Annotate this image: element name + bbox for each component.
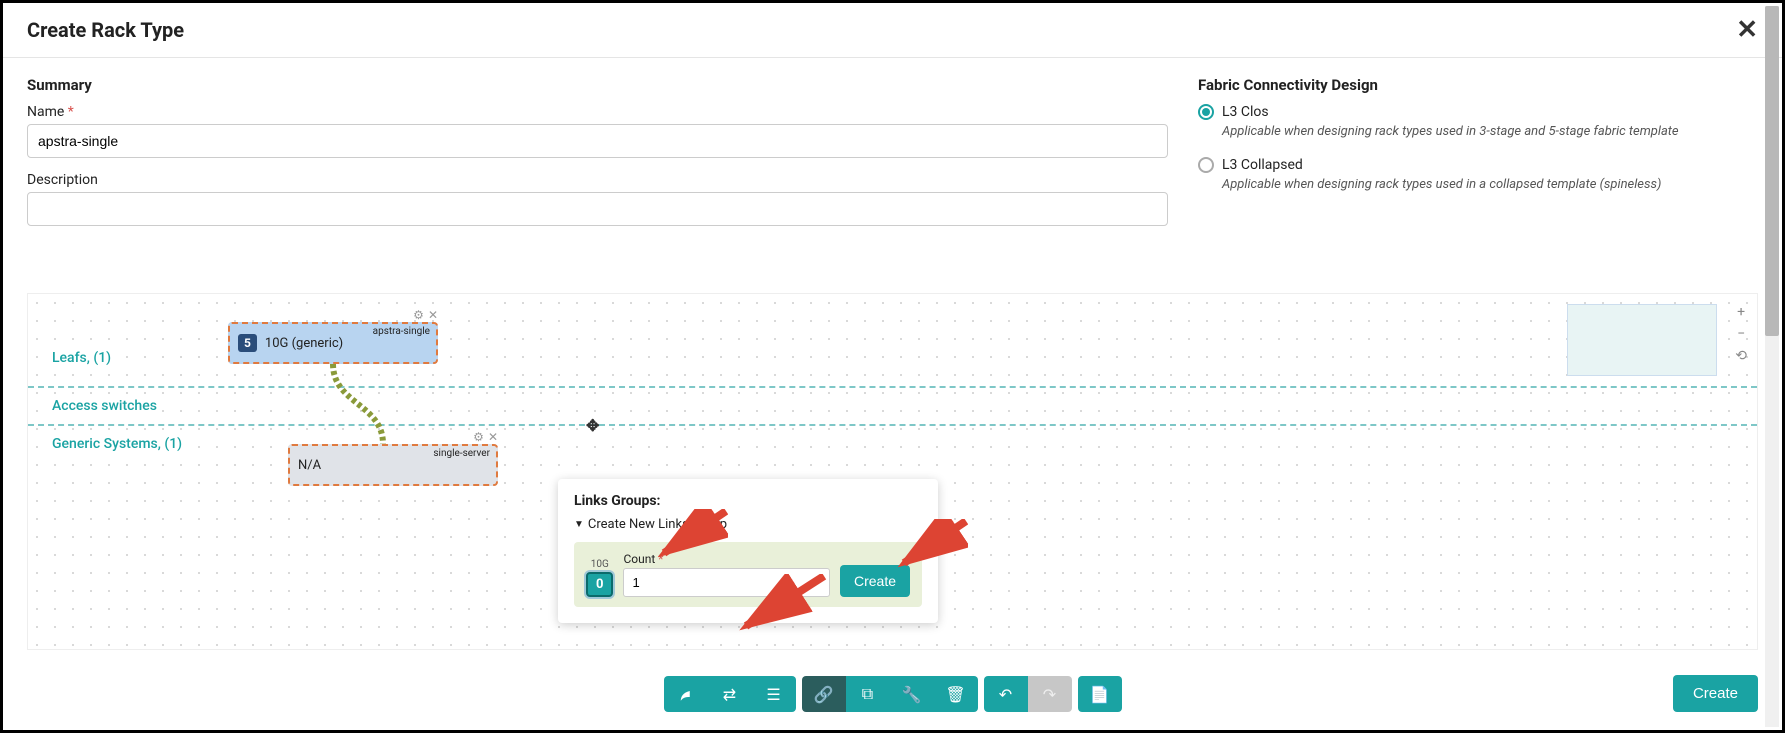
layer-generic-label: Generic Systems, (1) — [48, 436, 186, 452]
document-icon[interactable]: 📄 — [1078, 676, 1122, 712]
wrench-icon[interactable]: 🔧 — [890, 676, 934, 712]
redo-icon: ↷ — [1028, 676, 1072, 712]
radio-l3-collapsed[interactable]: L3 Collapsed — [1198, 157, 1758, 173]
radio-icon — [1198, 104, 1214, 120]
create-new-links-group-toggle[interactable]: ▼ Create New Links Group — [574, 517, 922, 532]
modal-title: Create Rack Type — [27, 18, 184, 42]
name-input[interactable] — [27, 124, 1168, 158]
leaf-node-title: apstra-single — [373, 326, 430, 337]
leaf-count-badge: 5 — [238, 334, 257, 352]
canvas-toolbar: ⇄ ☰ 🔗 ⧉ 🔧 🗑 ↶ ↷ 📄 — [664, 676, 1122, 712]
close-icon[interactable]: ✕ — [488, 430, 498, 444]
name-label: Name * — [27, 104, 1168, 120]
speed-value: 0 — [586, 572, 613, 597]
radio-desc-l3collapsed: Applicable when designing rack types use… — [1222, 177, 1758, 192]
fabric-heading: Fabric Connectivity Design — [1198, 76, 1758, 94]
speed-chip[interactable]: 10G 0 — [586, 559, 613, 597]
radio-desc-l3clos: Applicable when designing rack types use… — [1222, 124, 1758, 139]
description-label: Description — [27, 172, 1168, 188]
copy-icon[interactable]: ⧉ — [846, 676, 890, 712]
leaf-node[interactable]: ⚙ ✕ apstra-single 5 10G (generic) — [228, 322, 438, 364]
scrollbar-thumb[interactable] — [1765, 6, 1779, 336]
popup-create-button[interactable]: Create — [840, 565, 910, 597]
speed-label: 10G — [591, 559, 609, 570]
swap-icon[interactable]: ⇄ — [708, 676, 752, 712]
add-node-handle[interactable]: ✥ — [586, 416, 599, 435]
radio-l3-clos[interactable]: L3 Clos — [1198, 104, 1758, 120]
popup-title: Links Groups: — [574, 493, 922, 509]
leaf-icon[interactable] — [664, 676, 708, 712]
close-icon[interactable]: ✕ — [1736, 15, 1758, 45]
description-input[interactable] — [27, 192, 1168, 226]
minimap[interactable] — [1567, 304, 1717, 376]
popup-section-label: Create New Links Group — [588, 517, 727, 532]
gear-icon[interactable]: ⚙ — [473, 430, 484, 444]
generic-system-node[interactable]: ⚙ ✕ single-server N/A — [288, 444, 498, 486]
gs-node-title: single-server — [433, 448, 490, 459]
chevron-down-icon: ▼ — [574, 519, 584, 530]
links-groups-popup: Links Groups: ▼ Create New Links Group 1… — [558, 479, 938, 623]
radio-label-l3clos: L3 Clos — [1222, 104, 1269, 120]
zoom-in-icon[interactable]: + — [1735, 304, 1747, 320]
list-icon[interactable]: ☰ — [752, 676, 796, 712]
count-input[interactable] — [623, 568, 830, 597]
layer-leafs-label: Leafs, (1) — [48, 350, 115, 366]
gs-node-subtitle: N/A — [298, 458, 321, 473]
summary-heading: Summary — [27, 76, 1168, 94]
close-icon[interactable]: ✕ — [428, 308, 438, 322]
gear-icon[interactable]: ⚙ — [413, 308, 424, 322]
undo-icon[interactable]: ↶ — [984, 676, 1028, 712]
link-icon[interactable]: 🔗 — [802, 676, 846, 712]
zoom-reset-icon[interactable]: ⟲ — [1735, 348, 1747, 364]
radio-icon — [1198, 157, 1214, 173]
zoom-out-icon[interactable]: − — [1735, 326, 1747, 342]
count-label: Count * — [623, 552, 830, 566]
topology-canvas[interactable]: Leafs, (1) Access switches Generic Syste… — [27, 293, 1758, 650]
create-button[interactable]: Create — [1673, 675, 1758, 712]
trash-icon[interactable]: 🗑 — [934, 676, 978, 712]
radio-label-l3collapsed: L3 Collapsed — [1222, 157, 1303, 173]
scrollbar[interactable] — [1765, 6, 1779, 727]
layer-access-label: Access switches — [48, 398, 161, 414]
link-line — [328, 364, 388, 444]
leaf-node-subtitle: 10G (generic) — [265, 336, 343, 351]
